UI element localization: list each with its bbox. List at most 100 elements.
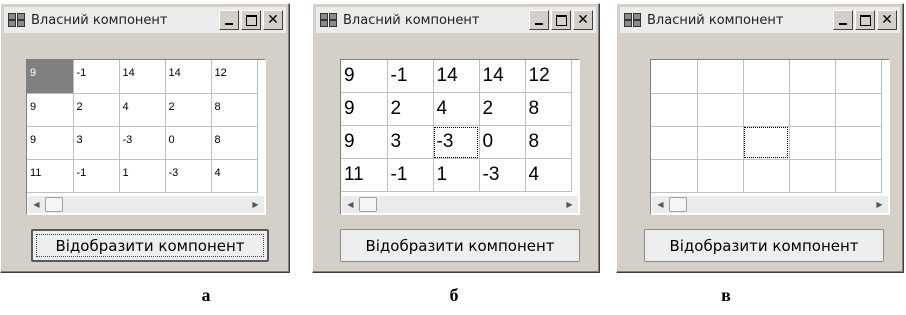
grid-cell[interactable]: 2 [165, 93, 212, 127]
grid-cell[interactable]: 9 [27, 60, 74, 94]
maximize-button[interactable] [241, 10, 261, 30]
grid-cell[interactable]: 9 [341, 60, 388, 93]
close-button[interactable]: ✕ [573, 10, 593, 30]
string-grid[interactable]: 9 -1 14 14 12 9 2 4 2 8 9 3 -3 0 8 11 -1 1 -3 4 ◀ ▶ [340, 59, 580, 215]
title-bar[interactable]: Власний компонент ✕ [620, 7, 900, 33]
grid-cell[interactable] [651, 159, 698, 193]
grid-cell[interactable]: 4 [211, 159, 258, 193]
title-bar[interactable]: Власний компонент ✕ [316, 7, 596, 33]
scroll-right-arrow-icon[interactable]: ▶ [561, 196, 578, 213]
grid-cell[interactable]: 8 [211, 126, 258, 160]
grid-cell[interactable]: 0 [165, 126, 212, 160]
grid-cell[interactable] [651, 93, 698, 127]
grid-cell[interactable]: 0 [479, 125, 526, 159]
grid-cell[interactable]: -3 [433, 125, 480, 159]
grid-row [651, 159, 882, 193]
grid-cell[interactable] [743, 126, 790, 160]
title-bar[interactable]: Власний компонент ✕ [4, 7, 286, 33]
grid-cell[interactable] [789, 93, 836, 127]
grid-row: 92428 [341, 92, 572, 126]
horizontal-scrollbar[interactable]: ◀ ▶ [28, 196, 264, 213]
grid-cell[interactable] [697, 93, 744, 127]
horizontal-scrollbar[interactable]: ◀ ▶ [652, 196, 888, 213]
close-button[interactable]: ✕ [877, 10, 897, 30]
grid-cell[interactable] [789, 60, 836, 94]
grid-cell[interactable]: 9 [341, 92, 388, 126]
grid-cell[interactable]: -1 [73, 159, 120, 193]
grid-row: 9 -1 14 14 12 [341, 60, 572, 93]
grid-cell[interactable]: 11 [27, 159, 74, 193]
string-grid[interactable]: ◀ ▶ [650, 59, 890, 215]
grid-cell[interactable]: -1 [387, 158, 434, 192]
grid-cell[interactable]: 1 [119, 159, 166, 193]
grid-cell[interactable]: 8 [525, 125, 572, 159]
grid-cell[interactable]: 9 [341, 125, 388, 159]
grid-cell[interactable]: 9 [27, 93, 74, 127]
grid-cell[interactable]: 14 [479, 60, 526, 93]
grid-cell[interactable]: 8 [525, 92, 572, 126]
grid-cell[interactable]: 12 [211, 60, 258, 94]
grid-cell[interactable]: 3 [73, 126, 120, 160]
window-title: Власний компонент [31, 12, 168, 28]
scroll-thumb[interactable] [669, 197, 687, 212]
grid-cell[interactable]: 2 [387, 92, 434, 126]
scroll-left-arrow-icon[interactable]: ◀ [342, 196, 359, 213]
grid-cell[interactable] [651, 126, 698, 160]
grid-cell[interactable]: -1 [387, 60, 434, 93]
grid-cell[interactable] [697, 126, 744, 160]
scroll-thumb[interactable] [359, 197, 377, 212]
grid-cell[interactable]: 14 [165, 60, 212, 94]
window-a: Власний компонент ✕ 9 -1 14 14 12 9 2 4 2 8 9 3 -3 0 8… [0, 3, 290, 273]
grid-cell[interactable] [651, 60, 698, 94]
scroll-left-arrow-icon[interactable]: ◀ [652, 196, 669, 213]
grid-cell[interactable] [743, 159, 790, 193]
grid-cell[interactable]: 1 [433, 158, 480, 192]
grid-cell[interactable]: 8 [211, 93, 258, 127]
scroll-right-arrow-icon[interactable]: ▶ [247, 196, 264, 213]
grid-table: 9 -1 14 14 12 9 2 4 2 8 9 3 -3 0 8 11 -1 1 -3 4 [341, 60, 572, 192]
grid-cell[interactable]: 2 [73, 93, 120, 127]
grid-cell[interactable] [743, 60, 790, 94]
grid-cell[interactable]: -1 [73, 60, 120, 94]
scroll-thumb[interactable] [45, 197, 63, 212]
grid-cell[interactable]: 3 [387, 125, 434, 159]
grid-cell[interactable] [835, 60, 882, 94]
grid-cell[interactable] [835, 159, 882, 193]
focus-rect [36, 234, 264, 257]
grid-row: 9 3 -3 0 8 [27, 126, 258, 160]
scroll-left-arrow-icon[interactable]: ◀ [28, 196, 45, 213]
minimize-button[interactable] [529, 10, 549, 30]
grid-cell[interactable]: 9 [27, 126, 74, 160]
minimize-button[interactable] [219, 10, 239, 30]
grid-cell[interactable] [697, 159, 744, 193]
grid-cell[interactable] [743, 93, 790, 127]
minimize-icon [225, 23, 233, 25]
grid-cell[interactable]: 14 [119, 60, 166, 94]
grid-cell[interactable]: 11 [341, 158, 388, 192]
grid-cell[interactable]: -3 [165, 159, 212, 193]
grid-cell[interactable] [789, 159, 836, 193]
grid-cell[interactable]: 14 [433, 60, 480, 93]
close-button[interactable]: ✕ [263, 10, 283, 30]
grid-cell[interactable]: 4 [433, 92, 480, 126]
show-component-button[interactable]: Відобразити компонент [340, 229, 580, 262]
grid-cell[interactable]: 4 [525, 158, 572, 192]
scroll-right-arrow-icon[interactable]: ▶ [871, 196, 888, 213]
grid-cell[interactable]: -3 [479, 158, 526, 192]
string-grid[interactable]: 9 -1 14 14 12 9 2 4 2 8 9 3 -3 0 8 11 -1 1 -3 4 ◀ ▶ [26, 59, 266, 215]
grid-cell[interactable]: -3 [119, 126, 166, 160]
horizontal-scrollbar[interactable]: ◀ ▶ [342, 196, 578, 213]
app-icon [8, 12, 28, 28]
maximize-button[interactable] [855, 10, 875, 30]
grid-cell[interactable]: 4 [119, 93, 166, 127]
grid-cell[interactable] [789, 126, 836, 160]
maximize-button[interactable] [551, 10, 571, 30]
grid-cell[interactable]: 2 [479, 92, 526, 126]
show-component-button[interactable]: Відобразити компонент [644, 229, 884, 262]
grid-cell[interactable] [835, 93, 882, 127]
show-component-button[interactable]: Відобразити компонент [31, 229, 269, 262]
minimize-button[interactable] [833, 10, 853, 30]
grid-cell[interactable] [835, 126, 882, 160]
grid-cell[interactable]: 12 [525, 60, 572, 93]
grid-cell[interactable] [697, 60, 744, 94]
